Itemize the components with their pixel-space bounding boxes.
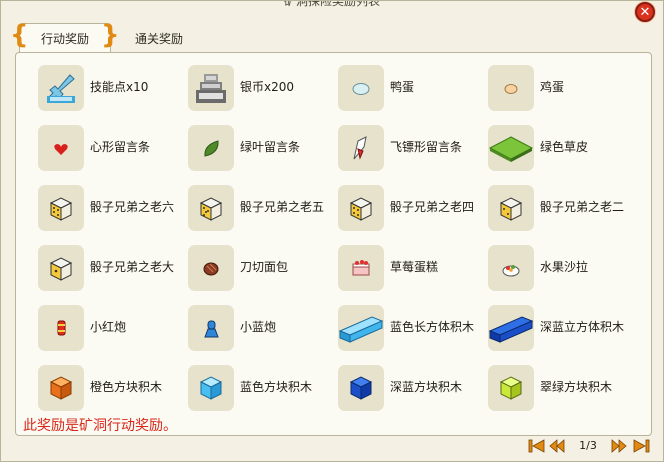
reward-item[interactable]: 刀切面包	[188, 245, 338, 293]
reward-item[interactable]: 鸭蛋	[338, 65, 488, 113]
reward-label: 小红炮	[90, 320, 127, 334]
reward-label: 骰子兄弟之老五	[240, 200, 325, 214]
tab-bar: 行动奖励 { } 通关奖励	[10, 19, 653, 53]
reward-item[interactable]: 翠绿方块积木	[488, 365, 638, 413]
prev-page-button[interactable]	[547, 437, 567, 455]
dark-blue-cube-block-icon	[338, 365, 384, 411]
reward-item[interactable]: 飞镖形留言条	[338, 125, 488, 173]
tab-clear-rewards[interactable]: 通关奖励	[119, 23, 199, 53]
reward-item[interactable]: 蓝色长方体积木	[338, 305, 488, 353]
window-title: 矿洞探险奖励列表	[283, 1, 380, 8]
dark-blue-cuboid-block-icon	[488, 305, 534, 351]
tab-action-rewards[interactable]: 行动奖励	[19, 23, 111, 53]
reward-label: 翠绿方块积木	[540, 380, 613, 394]
grass-tile-icon	[488, 125, 534, 171]
reward-label: 水果沙拉	[540, 260, 589, 274]
fruit-salad-icon	[488, 245, 534, 291]
duck-egg-icon	[338, 65, 384, 111]
tab-label: 行动奖励	[40, 32, 89, 46]
reward-label: 橙色方块积木	[90, 380, 163, 394]
reward-item[interactable]: 鸡蛋	[488, 65, 638, 113]
prev-page-icon	[549, 439, 565, 453]
blue-cuboid-block-icon	[338, 305, 384, 351]
reward-grid-panel: 技能点x10 银币x200 鸭蛋 鸡蛋 心形留言条 绿叶留言条 飞镖形留言条 绿…	[15, 52, 652, 436]
skill-points-icon	[38, 65, 84, 111]
reward-label: 绿叶留言条	[240, 140, 301, 154]
reward-label: 深蓝立方体积木	[540, 320, 625, 334]
reward-label: 骰子兄弟之老大	[90, 260, 175, 274]
tab-bracket-left-icon: {	[10, 20, 29, 50]
reward-item[interactable]: 橙色方块积木	[38, 365, 188, 413]
first-page-icon	[528, 439, 545, 453]
reward-label: 深蓝方块积木	[390, 380, 463, 394]
orange-cube-block-icon	[38, 365, 84, 411]
reward-label: 草莓蛋糕	[390, 260, 439, 274]
reward-label: 刀切面包	[240, 260, 289, 274]
reward-item[interactable]: 蓝色方块积木	[188, 365, 338, 413]
reward-label: 鸭蛋	[390, 80, 415, 94]
reward-item[interactable]: 骰子兄弟之老二	[488, 185, 638, 233]
next-page-button[interactable]	[609, 437, 629, 455]
reward-item[interactable]: 骰子兄弟之老大	[38, 245, 188, 293]
leaf-note-icon	[188, 125, 234, 171]
reward-item[interactable]: 绿色草皮	[488, 125, 638, 173]
reward-item[interactable]: 心形留言条	[38, 125, 188, 173]
dart-note-icon	[338, 125, 384, 171]
dice-icon	[38, 245, 84, 291]
tab-label: 通关奖励	[134, 31, 183, 46]
reward-label: 鸡蛋	[540, 80, 565, 94]
reward-item[interactable]: 绿叶留言条	[188, 125, 338, 173]
blue-cannon-icon	[188, 305, 234, 351]
reward-item[interactable]: 技能点x10	[38, 65, 188, 113]
last-page-button[interactable]	[631, 437, 651, 455]
reward-label: 银币x200	[240, 80, 295, 94]
title-bar: 矿洞探险奖励列表	[1, 1, 663, 13]
silver-coin-icon	[188, 65, 234, 111]
reward-item[interactable]: 小红炮	[38, 305, 188, 353]
reward-label: 骰子兄弟之老二	[540, 200, 625, 214]
dice-icon	[188, 185, 234, 231]
heart-note-icon	[38, 125, 84, 171]
reward-item[interactable]: 水果沙拉	[488, 245, 638, 293]
last-page-icon	[633, 439, 650, 453]
reward-label: 小蓝炮	[240, 320, 277, 334]
reward-item[interactable]: 深蓝方块积木	[338, 365, 488, 413]
reward-source-note: 此奖励是矿洞行动奖励。	[23, 418, 177, 434]
red-cannon-icon	[38, 305, 84, 351]
reward-label: 骰子兄弟之老六	[90, 200, 175, 214]
reward-item[interactable]: 骰子兄弟之老四	[338, 185, 488, 233]
reward-label: 骰子兄弟之老四	[390, 200, 475, 214]
reward-label: 蓝色长方体积木	[390, 320, 475, 334]
reward-label: 蓝色方块积木	[240, 380, 313, 394]
tab-bracket-right-icon: }	[101, 20, 120, 50]
blue-cube-block-icon	[188, 365, 234, 411]
green-cube-block-icon	[488, 365, 534, 411]
reward-item[interactable]: 骰子兄弟之老五	[188, 185, 338, 233]
reward-item[interactable]: 骰子兄弟之老六	[38, 185, 188, 233]
reward-item[interactable]: 银币x200	[188, 65, 338, 113]
pagination: 1/3	[527, 437, 655, 455]
chicken-egg-icon	[488, 65, 534, 111]
reward-label: 心形留言条	[90, 140, 151, 154]
first-page-button[interactable]	[527, 437, 547, 455]
page-indicator: 1/3	[579, 439, 597, 452]
strawberry-cake-icon	[338, 245, 384, 291]
reward-item[interactable]: 草莓蛋糕	[338, 245, 488, 293]
reward-label: 技能点x10	[90, 80, 149, 94]
reward-item[interactable]: 小蓝炮	[188, 305, 338, 353]
bread-icon	[188, 245, 234, 291]
reward-label: 绿色草皮	[540, 140, 589, 154]
dice-icon	[38, 185, 84, 231]
close-icon: ✕	[639, 4, 651, 20]
reward-label: 飞镖形留言条	[390, 140, 463, 154]
reward-list-window: 矿洞探险奖励列表 ✕ 行动奖励 { } 通关奖励 技能点x10 银币x200 鸭…	[0, 0, 664, 462]
dice-icon	[488, 185, 534, 231]
reward-item[interactable]: 深蓝立方体积木	[488, 305, 638, 353]
dice-icon	[338, 185, 384, 231]
next-page-icon	[611, 439, 627, 453]
